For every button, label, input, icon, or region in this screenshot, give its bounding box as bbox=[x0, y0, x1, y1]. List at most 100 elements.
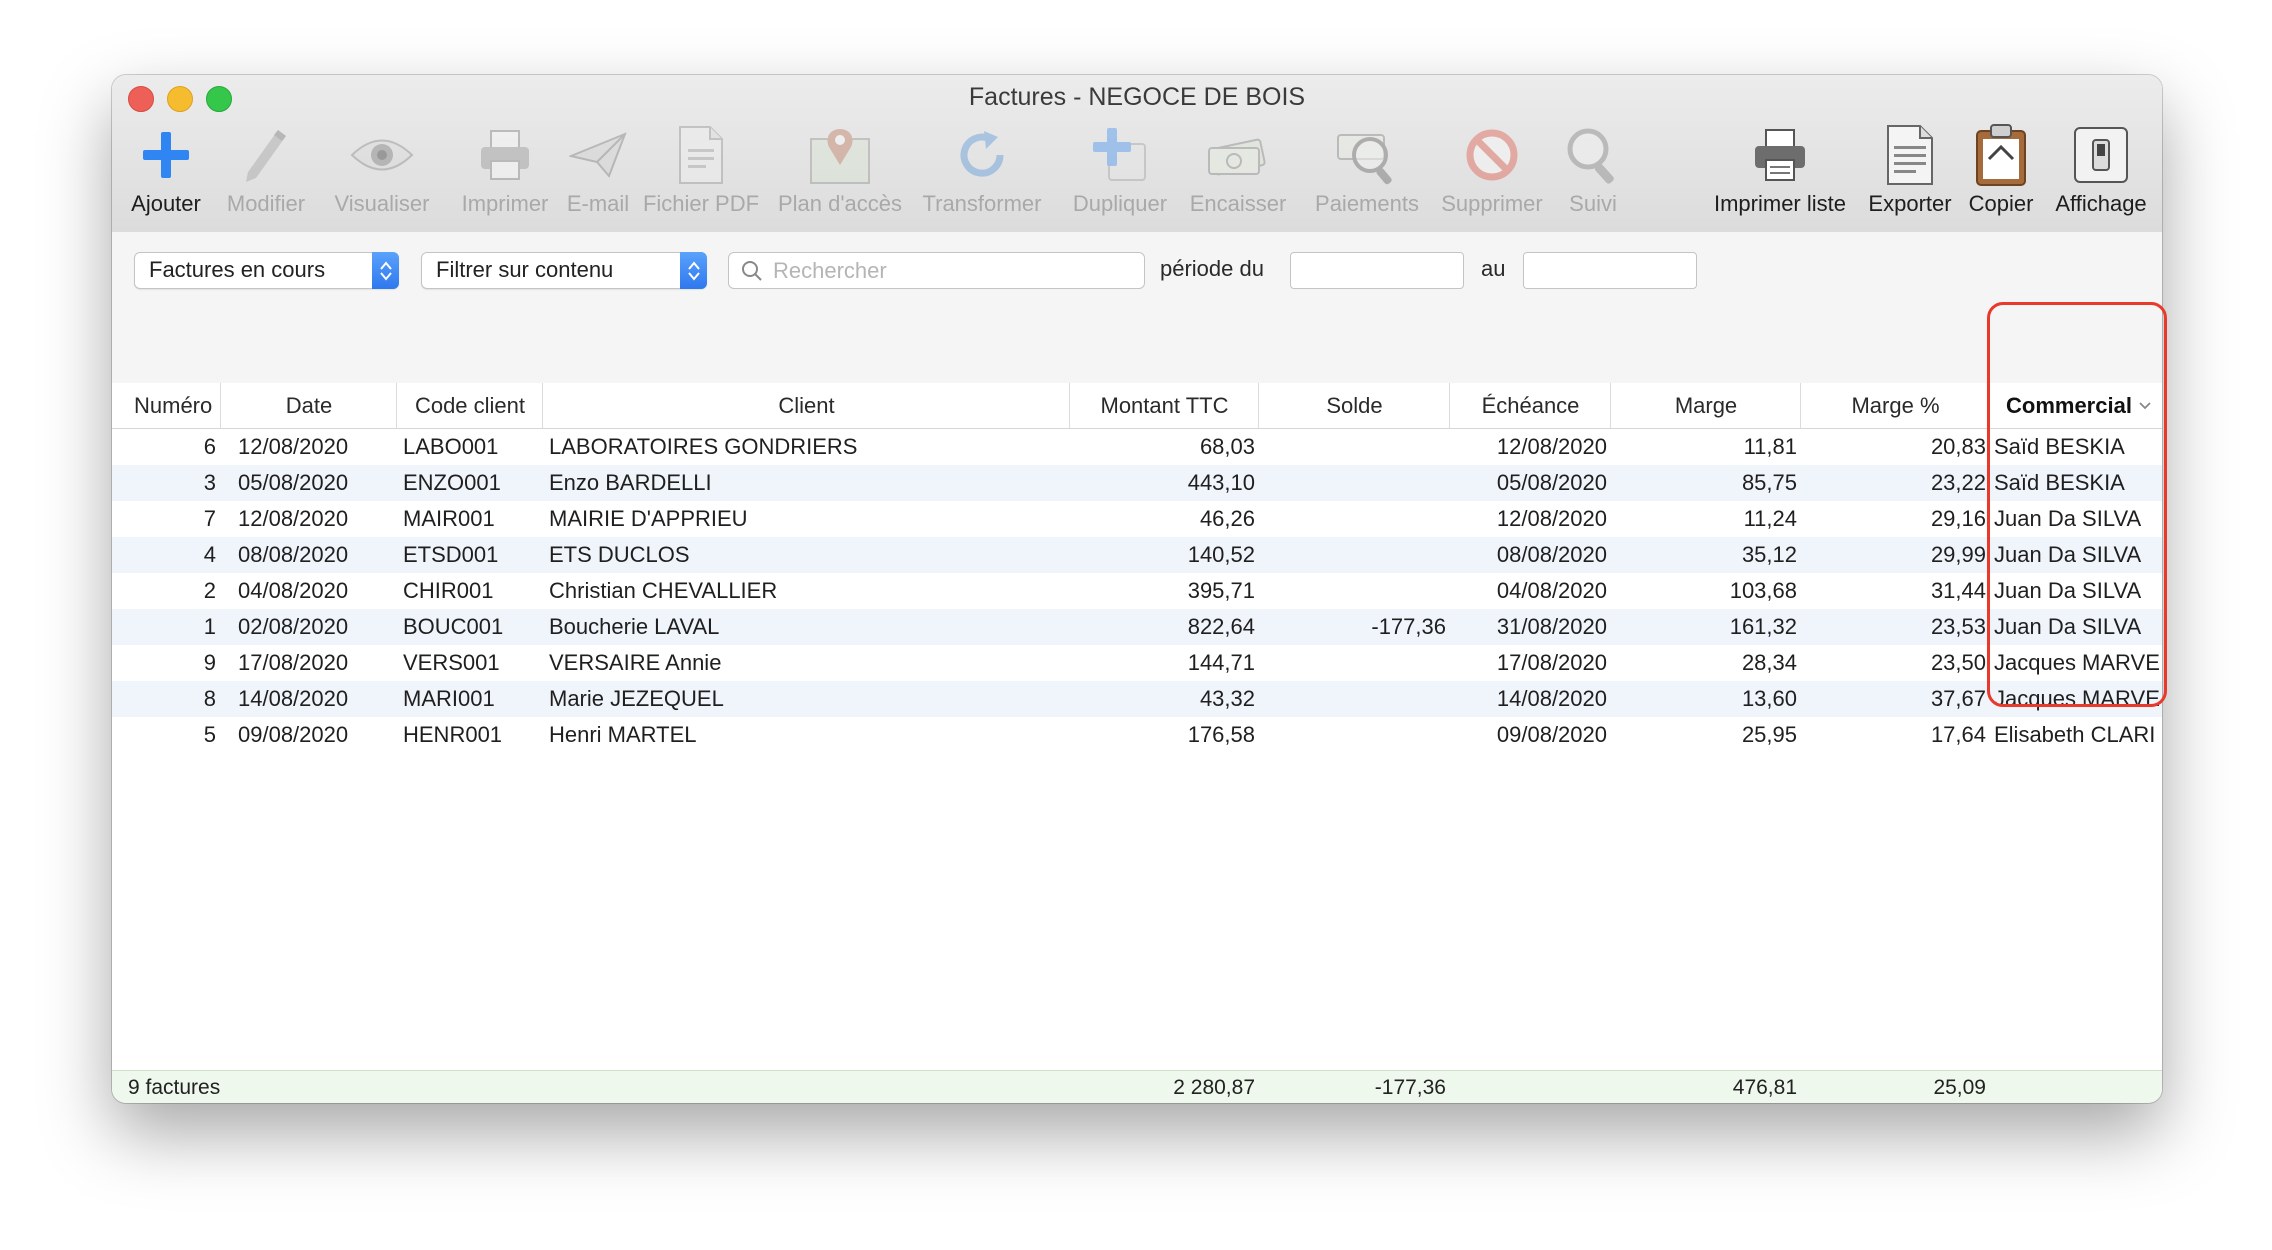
filter-bar: Factures en cours Filtrer sur contenu pé… bbox=[112, 232, 2162, 384]
column-header-solde[interactable]: Solde bbox=[1260, 383, 1450, 428]
client-cell: ETS DUCLOS bbox=[549, 542, 690, 567]
marge-cell: 13,60 bbox=[1741, 686, 1797, 711]
toolbar-print-list-button[interactable]: Imprimer liste bbox=[1688, 123, 1872, 217]
map-pin-icon bbox=[772, 123, 908, 187]
display-switch-icon bbox=[2046, 123, 2156, 187]
search-field[interactable] bbox=[728, 252, 1145, 289]
column-header-code-client[interactable]: Code client bbox=[398, 383, 543, 428]
toolbar-tracking-button[interactable]: Suivi bbox=[1548, 123, 1638, 217]
toolbar-print-button[interactable]: Imprimer bbox=[446, 123, 564, 217]
montant-ttc-cell: 144,71 bbox=[1187, 650, 1255, 675]
code-client-cell: BOUC001 bbox=[403, 614, 504, 639]
montant-ttc-cell: 395,71 bbox=[1187, 578, 1255, 603]
marge-percent-cell: 23,53 bbox=[1930, 614, 1986, 639]
code-client-cell: MARI001 bbox=[403, 686, 495, 711]
marge-percent-cell: 23,22 bbox=[1930, 470, 1986, 495]
toolbar-cash-in-button[interactable]: Encaisser bbox=[1178, 123, 1298, 217]
table-row[interactable]: 2 04/08/2020 CHIR001 Christian CHEVALLIER 39… bbox=[112, 573, 2162, 609]
client-cell: Christian CHEVALLIER bbox=[549, 578, 778, 603]
search-input[interactable] bbox=[771, 255, 1135, 287]
echeance-cell: 08/08/2020 bbox=[1496, 542, 1607, 567]
marge-percent-cell: 29,99 bbox=[1930, 542, 1986, 567]
column-header-date[interactable]: Date bbox=[222, 383, 397, 428]
title-toolbar: Factures - NEGOCE DE BOIS Ajouter Modifi… bbox=[112, 75, 2162, 233]
total-marge-percent: 25,09 bbox=[1933, 1076, 1986, 1099]
toolbar-duplicate-button[interactable]: Dupliquer bbox=[1060, 123, 1180, 217]
montant-ttc-cell: 68,03 bbox=[1199, 434, 1255, 459]
client-cell: Boucherie LAVAL bbox=[549, 614, 720, 639]
table-row[interactable]: 9 17/08/2020 VERS001 VERSAIRE Annie 144,71 17… bbox=[112, 645, 2162, 681]
content-filter-select[interactable]: Filtrer sur contenu bbox=[421, 252, 707, 289]
toolbar-payments-button[interactable]: Paiements bbox=[1300, 123, 1434, 217]
commercial-cell: Juan Da SILVA bbox=[1994, 614, 2142, 639]
invoice-count: 9 factures bbox=[128, 1076, 221, 1099]
solde-cell bbox=[1260, 645, 1446, 681]
date-cell: 12/08/2020 bbox=[238, 434, 349, 459]
toolbar-display-button[interactable]: Affichage bbox=[2046, 123, 2156, 217]
toolbar-delete-button[interactable]: Supprimer bbox=[1430, 123, 1554, 217]
column-header-montant-ttc[interactable]: Montant TTC bbox=[1071, 383, 1259, 428]
refresh-icon bbox=[914, 123, 1050, 187]
marge-cell: 25,95 bbox=[1741, 722, 1797, 747]
invoice-status-value: Factures en cours bbox=[149, 257, 326, 282]
numero-cell: 7 bbox=[203, 506, 216, 531]
total-marge: 476,81 bbox=[1732, 1076, 1797, 1099]
numero-cell: 8 bbox=[203, 686, 216, 711]
table-header: Numéro Date Code client Client Montant T… bbox=[112, 383, 2162, 429]
montant-ttc-cell: 822,64 bbox=[1187, 614, 1255, 639]
marge-percent-cell: 17,64 bbox=[1930, 722, 1986, 747]
table-row[interactable]: 5 09/08/2020 HENR001 Henri MARTEL 176,58 09/0… bbox=[112, 717, 2162, 753]
toolbar-copy-button[interactable]: Copier bbox=[1954, 123, 2048, 217]
toolbar-pdf-button[interactable]: Fichier PDF bbox=[635, 123, 767, 217]
column-header-numero[interactable]: Numéro bbox=[112, 383, 221, 428]
column-header-marge[interactable]: Marge bbox=[1612, 383, 1801, 428]
period-from-input[interactable] bbox=[1290, 252, 1464, 289]
table-row[interactable]: 6 12/08/2020 LABO001 LABORATOIRES GONDRIERS… bbox=[112, 429, 2162, 465]
printer-list-icon bbox=[1688, 123, 1872, 187]
toolbar-view-button[interactable]: Visualiser bbox=[320, 123, 444, 217]
toolbar-edit-button[interactable]: Modifier bbox=[216, 123, 316, 217]
echeance-cell: 04/08/2020 bbox=[1496, 578, 1607, 603]
table-row[interactable]: 7 12/08/2020 MAIR001 MAIRIE D'APPRIEU 46,26 1… bbox=[112, 501, 2162, 537]
solde-cell bbox=[1260, 429, 1446, 465]
plus-icon bbox=[126, 123, 206, 187]
marge-cell: 85,75 bbox=[1741, 470, 1797, 495]
total-montant-ttc: 2 280,87 bbox=[1173, 1076, 1255, 1099]
column-header-marge-percent[interactable]: Marge % bbox=[1802, 383, 1990, 428]
invoice-status-select[interactable]: Factures en cours bbox=[134, 252, 399, 289]
column-header-client[interactable]: Client bbox=[544, 383, 1070, 428]
pencil-icon bbox=[216, 123, 316, 187]
code-client-cell: HENR001 bbox=[403, 722, 503, 747]
period-to-label: au bbox=[1481, 256, 1506, 281]
toolbar-map-button[interactable]: Plan d'accès bbox=[772, 123, 908, 217]
toolbar-add-button[interactable]: Ajouter bbox=[126, 123, 206, 217]
period-from-label: période du bbox=[1160, 256, 1264, 281]
numero-cell: 4 bbox=[203, 542, 216, 567]
table-row[interactable]: 1 02/08/2020 BOUC001 Boucherie LAVAL 822,64 -… bbox=[112, 609, 2162, 645]
echeance-cell: 17/08/2020 bbox=[1496, 650, 1607, 675]
client-cell: Marie JEZEQUEL bbox=[549, 686, 724, 711]
montant-ttc-cell: 46,26 bbox=[1199, 506, 1255, 531]
marge-percent-cell: 23,50 bbox=[1930, 650, 1986, 675]
table-row[interactable]: 4 08/08/2020 ETSD001 ETS DUCLOS 140,52 08/08/… bbox=[112, 537, 2162, 573]
commercial-cell: Jacques MARVE bbox=[1994, 650, 2160, 675]
toolbar-email-button[interactable]: E-mail bbox=[548, 123, 648, 217]
clipboard-icon bbox=[1954, 123, 2048, 187]
date-cell: 04/08/2020 bbox=[238, 578, 349, 603]
client-cell: Enzo BARDELLI bbox=[549, 470, 712, 495]
client-cell: Henri MARTEL bbox=[549, 722, 697, 747]
toolbar-export-button[interactable]: Exporter bbox=[1852, 123, 1968, 217]
echeance-cell: 14/08/2020 bbox=[1496, 686, 1607, 711]
montant-ttc-cell: 176,58 bbox=[1187, 722, 1255, 747]
column-header-commercial[interactable]: Commercial bbox=[1990, 383, 2162, 428]
table-row[interactable]: 3 05/08/2020 ENZO001 Enzo BARDELLI 443,10 05/… bbox=[112, 465, 2162, 501]
date-cell: 02/08/2020 bbox=[238, 614, 349, 639]
period-to-input[interactable] bbox=[1523, 252, 1697, 289]
column-header-echeance[interactable]: Échéance bbox=[1451, 383, 1611, 428]
commercial-cell: Jacques MARVE bbox=[1994, 686, 2160, 711]
toolbar-transform-button[interactable]: Transformer bbox=[914, 123, 1050, 217]
solde-cell bbox=[1260, 501, 1446, 537]
client-cell: VERSAIRE Annie bbox=[549, 650, 722, 675]
echeance-cell: 12/08/2020 bbox=[1496, 434, 1607, 459]
table-row[interactable]: 8 14/08/2020 MARI001 Marie JEZEQUEL 43,32 14/… bbox=[112, 681, 2162, 717]
